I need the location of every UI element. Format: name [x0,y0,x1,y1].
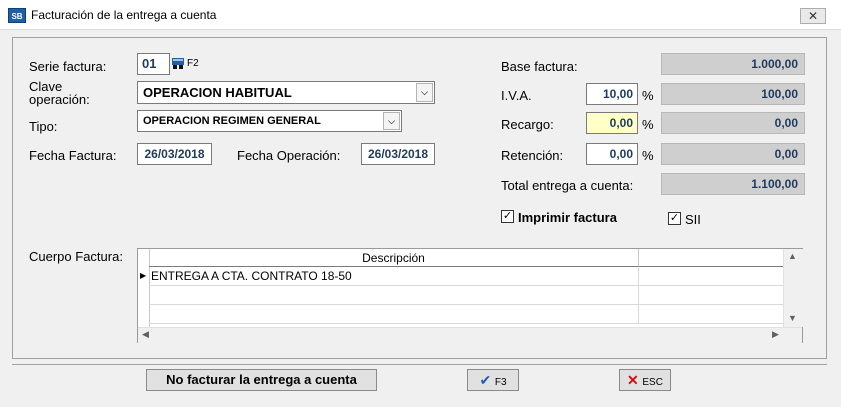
cell-descripcion[interactable]: ENTREGA A CTA. CONTRATO 18-50 [149,267,639,285]
cell-descripcion[interactable] [149,286,639,304]
footer-divider [12,364,827,365]
horizontal-scrollbar[interactable]: ◀ ▶ [138,327,802,343]
cuerpo-label: Cuerpo Factura: [29,249,123,264]
base-label: Base factura: [501,59,578,74]
recargo-pct-symbol: % [642,117,654,132]
row-pointer-icon: ▶ [140,271,147,280]
column-header-empty [639,249,783,267]
cancel-icon: ✕ [627,372,639,388]
serie-input[interactable]: 01 [137,53,170,75]
iva-value: 100,00 [661,83,805,105]
imprimir-label: Imprimir factura [518,210,617,225]
clave-select[interactable]: OPERACION HABITUAL ⌵ [137,81,435,104]
retencion-pct-symbol: % [642,148,654,163]
recargo-value: 0,00 [661,112,805,134]
base-value: 1.000,00 [661,53,805,75]
recargo-pct-value: 0,00 [609,116,633,130]
sii-label: SII [685,212,701,227]
tipo-selected-value: OPERACION REGIMEN GENERAL [143,115,321,127]
cancel-button[interactable]: ✕ ESC [619,369,671,391]
chevron-down-icon[interactable]: ⌵ [416,83,433,102]
iva-pct-input[interactable]: 10,00 [586,83,638,105]
fecha-factura-input[interactable]: 26/03/2018 [137,143,212,165]
vertical-scrollbar[interactable]: ▲ ▼ [783,249,803,327]
invoice-body-grid[interactable]: ▶ Descripción ENTREGA A CTA. CONTRATO 18… [137,248,803,343]
lookup-icon [171,57,185,70]
close-button[interactable]: ✕ [800,8,826,24]
retencion-label: Retención: [501,148,564,163]
retencion-pct-input[interactable]: 0,00 [586,143,638,165]
title-bar: SB Facturación de la entrega a cuenta ✕ [0,0,841,30]
chevron-down-icon[interactable]: ⌵ [383,112,400,130]
imprimir-checkbox[interactable]: ✓ [501,210,514,223]
accept-button[interactable]: ✔ F3 [467,369,519,391]
fecha-operacion-input[interactable]: 26/03/2018 [361,143,435,165]
recargo-label: Recargo: [501,117,554,132]
iva-pct-symbol: % [642,88,654,103]
table-row[interactable] [149,305,783,324]
recargo-pct-input[interactable]: 0,00 [586,112,638,134]
serie-label: Serie factura: [29,59,107,74]
table-row[interactable]: ENTREGA A CTA. CONTRATO 18-50 [149,267,783,286]
cancel-key-label: ESC [642,377,663,388]
iva-label: I.V.A. [501,88,532,103]
scroll-up-icon[interactable]: ▲ [788,251,797,261]
scroll-left-icon[interactable]: ◀ [142,329,149,340]
app-logo-icon: SB [8,8,26,23]
sii-checkbox[interactable]: ✓ [668,212,681,225]
fecha-operacion-label: Fecha Operación: [237,148,341,163]
accept-key-label: F3 [494,377,507,388]
total-label: Total entrega a cuenta: [501,178,634,193]
retencion-value: 0,00 [661,143,805,165]
window-title: Facturación de la entrega a cuenta [31,8,217,22]
serie-lookup-button[interactable]: F2 [170,54,202,74]
total-value: 1.100,00 [661,173,805,195]
scroll-right-icon[interactable]: ▶ [772,329,779,340]
column-header-descripcion[interactable]: Descripción [149,249,639,267]
tipo-select[interactable]: OPERACION REGIMEN GENERAL ⌵ [137,110,402,132]
clave-label-line2: operación: [29,92,90,107]
no-facturar-button[interactable]: No facturar la entrega a cuenta [146,369,377,391]
tipo-label: Tipo: [29,119,58,134]
fecha-factura-label: Fecha Factura: [29,148,117,163]
scroll-down-icon[interactable]: ▼ [788,313,797,323]
clave-selected-value: OPERACION HABITUAL [143,85,292,100]
check-icon: ✔ [479,372,492,388]
lookup-key-label: F2 [187,58,199,69]
table-row[interactable] [149,286,783,305]
cell-descripcion[interactable] [149,305,639,323]
